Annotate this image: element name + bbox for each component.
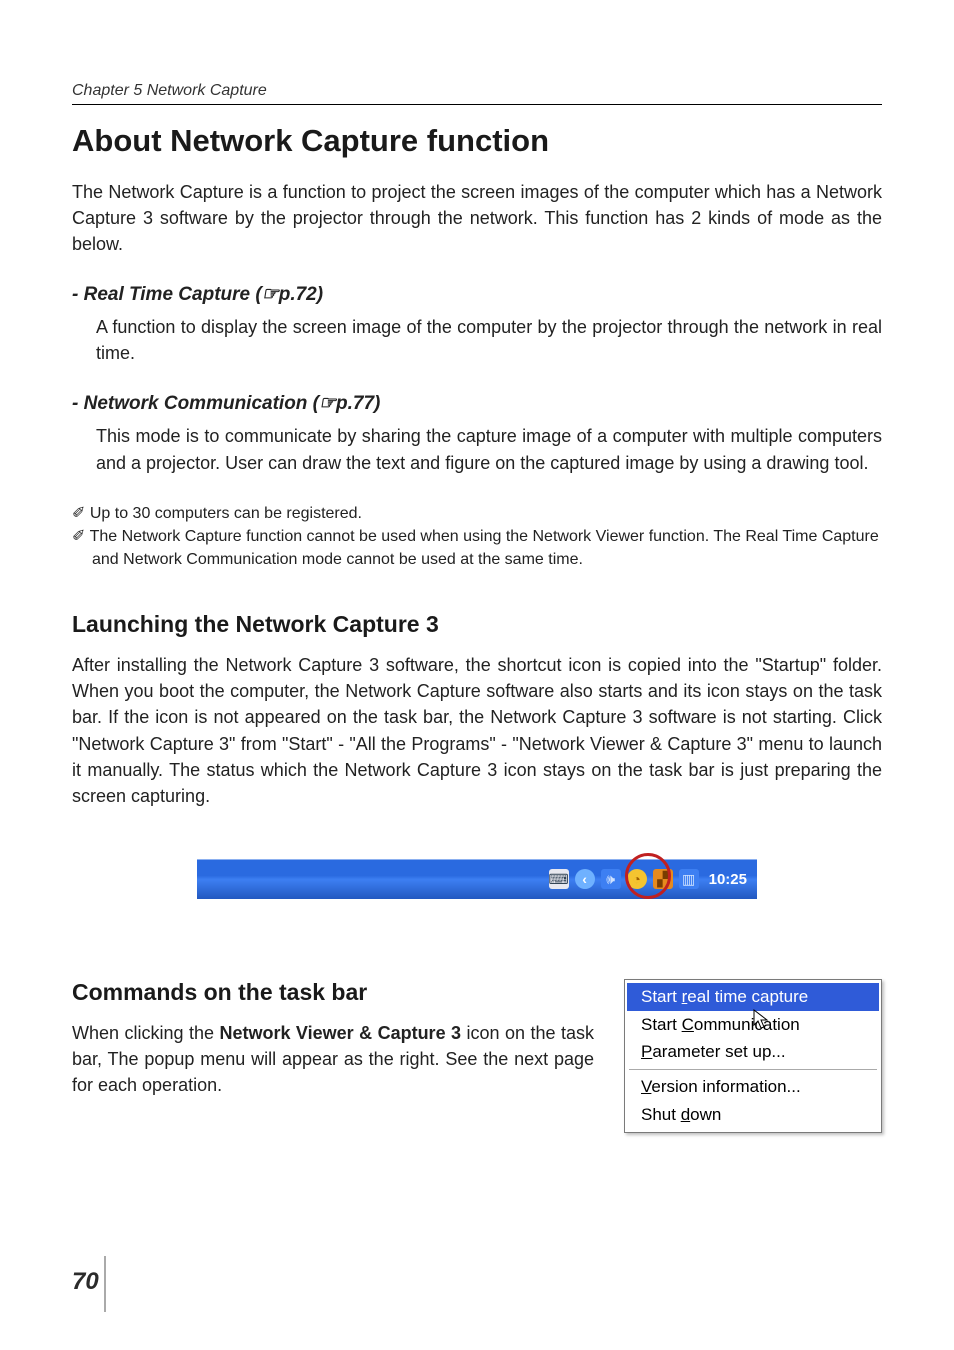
menu-parameter-setup[interactable]: Parameter set up... (627, 1038, 879, 1066)
menu-text: Start (641, 987, 682, 1006)
menu-separator (629, 1069, 877, 1070)
menu-accel: C (682, 1015, 694, 1034)
cmd-text-pre: When clicking the (72, 1023, 219, 1043)
notes-block: ✐ Up to 30 computers can be registered. … (72, 502, 882, 572)
tray-expand-icon[interactable]: ‹ (575, 869, 595, 889)
tray-keyboard-icon[interactable]: ⌨ (549, 869, 569, 889)
menu-shut-down[interactable]: Shut down (627, 1101, 879, 1129)
menu-text: arameter set up... (652, 1042, 785, 1061)
menu-accel: V (641, 1077, 651, 1096)
context-menu: Start real time capture Start Communicat… (624, 979, 882, 1133)
subbody-realtime: A function to display the screen image o… (72, 314, 882, 366)
subhead-netcomm: - Network Communication (☞p.77) (72, 392, 882, 415)
menu-text: own (690, 1105, 721, 1124)
subbody-netcomm: This mode is to communicate by sharing t… (72, 423, 882, 475)
subhead-realtime: - Real Time Capture (☞p.72) (72, 283, 882, 306)
menu-text: Start (641, 1015, 682, 1034)
paragraph-commands: When clicking the Network Viewer & Captu… (72, 1020, 594, 1098)
intro-paragraph: The Network Capture is a function to pro… (72, 179, 882, 257)
menu-start-realtime-capture[interactable]: Start real time capture (627, 983, 879, 1011)
paragraph-launching: After installing the Network Capture 3 s… (72, 652, 882, 809)
taskbar-figure: ⌨ ‹ 🕪 ◔ ▞ ▥ 10:25 (72, 849, 882, 929)
page-number: 70 (72, 1268, 99, 1296)
tray-monitor-icon[interactable]: ▥ (679, 869, 699, 889)
heading-commands: Commands on the task bar (72, 979, 594, 1006)
note-1: ✐ Up to 30 computers can be registered. (72, 502, 882, 525)
cursor-icon (753, 1009, 771, 1031)
menu-text: ersion information... (651, 1077, 800, 1096)
page-title: About Network Capture function (72, 123, 882, 159)
menu-text: ommunication (694, 1015, 800, 1034)
menu-accel: P (641, 1042, 652, 1061)
note-2: ✐ The Network Capture function cannot be… (72, 525, 882, 571)
tray-network-capture-icon[interactable]: ▞ (653, 869, 673, 889)
tray-volume-icon[interactable]: 🕪 (601, 869, 621, 889)
menu-text: Shut (641, 1105, 681, 1124)
tray-shield-icon[interactable]: ◔ (627, 869, 647, 889)
windows-taskbar[interactable]: ⌨ ‹ 🕪 ◔ ▞ ▥ 10:25 (197, 859, 757, 899)
chapter-header: Chapter 5 Network Capture (72, 82, 882, 105)
heading-launching: Launching the Network Capture 3 (72, 611, 882, 638)
menu-text: eal time capture (687, 987, 808, 1006)
menu-version-information[interactable]: Version information... (627, 1073, 879, 1101)
page-number-rule (104, 1256, 106, 1312)
system-clock: 10:25 (709, 871, 747, 888)
cmd-text-bold: Network Viewer & Capture 3 (219, 1023, 461, 1043)
menu-accel: d (681, 1105, 690, 1124)
